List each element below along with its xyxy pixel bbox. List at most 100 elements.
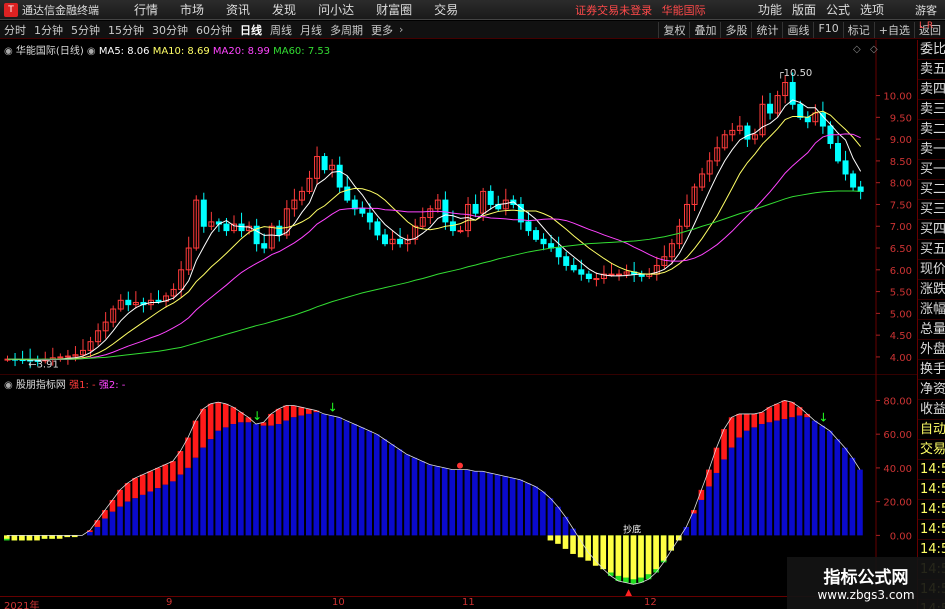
- blue-bar: [238, 422, 244, 536]
- menu-formula[interactable]: 公式: [821, 1, 855, 18]
- tab-intraday[interactable]: 分时: [0, 22, 30, 38]
- guest-user[interactable]: 游客: [915, 2, 937, 18]
- indicator-chart[interactable]: 0.00 20.00 40.00 60.00 80.00 ↓ ↓ ↓ 抄底 ▲: [0, 374, 917, 596]
- quote-field[interactable]: 换手: [918, 360, 945, 380]
- y-tick-label: 10.00: [883, 92, 912, 103]
- quote-field[interactable]: 卖三: [918, 100, 945, 120]
- quote-field[interactable]: 买一: [918, 160, 945, 180]
- blue-bar: [759, 424, 765, 536]
- quote-field[interactable]: 收益: [918, 400, 945, 420]
- settings-icon[interactable]: ◉: [4, 380, 13, 391]
- tab-weekly[interactable]: 周线: [266, 22, 296, 38]
- menu-item[interactable]: 资讯: [215, 1, 261, 18]
- mark-button[interactable]: 标记: [842, 21, 874, 38]
- quote-field[interactable]: 卖一: [918, 140, 945, 160]
- quote-field[interactable]: 卖五: [918, 60, 945, 80]
- candle: [57, 356, 64, 359]
- restore-rights-button[interactable]: 复权: [658, 21, 689, 38]
- menu-layout[interactable]: 版面: [787, 1, 821, 18]
- tab-daily[interactable]: 日线: [236, 22, 266, 38]
- quote-field[interactable]: 委比: [918, 40, 945, 60]
- lr-badge[interactable]: L R: [917, 22, 945, 39]
- quote-field[interactable]: 卖四: [918, 80, 945, 100]
- blue-bar: [321, 413, 327, 536]
- tab-60min[interactable]: 60分钟: [192, 22, 236, 38]
- quote-field[interactable]: 自动: [918, 420, 945, 440]
- ma10-label: MA10: 8.69: [152, 46, 210, 57]
- settings-icon[interactable]: ◉: [4, 46, 13, 57]
- menu-item[interactable]: 行情: [123, 1, 169, 18]
- quote-field[interactable]: 14:56: [918, 520, 945, 540]
- quote-field[interactable]: 买四: [918, 220, 945, 240]
- quote-field[interactable]: 卖二: [918, 120, 945, 140]
- draw-line-button[interactable]: 画线: [782, 21, 813, 38]
- blue-bar: [373, 434, 380, 536]
- quote-field[interactable]: 现价: [918, 260, 945, 280]
- tab-15min[interactable]: 15分钟: [104, 22, 148, 38]
- quote-field[interactable]: 14:56: [918, 460, 945, 480]
- tab-1min[interactable]: 1分钟: [30, 22, 67, 38]
- menu-item[interactable]: 发现: [261, 1, 307, 18]
- tab-multi-period[interactable]: 多周期: [326, 22, 367, 38]
- blue-bar: [389, 444, 395, 536]
- candle: [261, 243, 268, 249]
- quote-field[interactable]: 14:56: [918, 480, 945, 500]
- menu-function[interactable]: 功能: [753, 1, 787, 18]
- menu-item[interactable]: 市场: [169, 1, 215, 18]
- quote-field[interactable]: 买三: [918, 200, 945, 220]
- multi-stock-button[interactable]: 多股: [720, 21, 751, 38]
- blue-bar: [419, 461, 425, 536]
- blue-bar: [343, 420, 350, 536]
- blue-bar: [313, 412, 320, 536]
- quote-field[interactable]: 外盘: [918, 340, 945, 360]
- blue-bar: [215, 430, 221, 536]
- menu-item[interactable]: 财富圈: [365, 1, 423, 18]
- quote-field[interactable]: 14:56: [918, 500, 945, 520]
- quote-field[interactable]: 总量: [918, 320, 945, 340]
- watermark: 指标公式网 www.zbgs3.com: [787, 557, 945, 609]
- menu-item[interactable]: 问小达: [307, 1, 365, 18]
- quote-field[interactable]: 买五: [918, 240, 945, 260]
- yellow-bar: [41, 535, 48, 539]
- y-tick-label: 80.00: [883, 396, 912, 407]
- quote-field[interactable]: 交易: [918, 440, 945, 460]
- tab-30min[interactable]: 30分钟: [148, 22, 192, 38]
- login-notice: 证券交易未登录 华能国际: [575, 2, 712, 18]
- quote-field[interactable]: 净资: [918, 380, 945, 400]
- blue-bar: [162, 484, 169, 536]
- ma20-label: MA20: 8.99: [212, 46, 270, 57]
- blue-bar: [230, 424, 237, 536]
- menu-options[interactable]: 选项: [855, 1, 889, 18]
- quote-field[interactable]: 涨幅: [918, 300, 945, 320]
- red-bar: [743, 413, 750, 431]
- red-bar: [283, 405, 289, 421]
- candle: [336, 164, 343, 188]
- y-tick-label: 6.00: [890, 266, 912, 277]
- quote-field[interactable]: 涨跌: [918, 280, 945, 300]
- y-tick-label: 9.50: [890, 113, 912, 124]
- blue-bar: [472, 471, 478, 536]
- tab-5min[interactable]: 5分钟: [67, 22, 104, 38]
- add-watchlist-button[interactable]: +自选: [873, 21, 914, 38]
- login-status[interactable]: 证券交易未登录: [575, 4, 652, 17]
- chevron-right-icon[interactable]: ›: [397, 23, 405, 36]
- red-bar: [139, 474, 146, 495]
- blue-bar: [691, 513, 697, 536]
- blue-bar: [306, 413, 312, 536]
- yellow-bar: [56, 535, 63, 539]
- tab-more[interactable]: 更多: [367, 22, 397, 38]
- dropdown-icon[interactable]: ◉: [87, 46, 96, 57]
- yellow-bar: [26, 535, 33, 541]
- blue-bar: [177, 474, 184, 536]
- f10-button[interactable]: F10: [813, 21, 842, 38]
- quote-field[interactable]: 买二: [918, 180, 945, 200]
- red-bar: [177, 451, 184, 475]
- price-chart[interactable]: 4.00 4.50 5.00 5.50 6.00 6.50 7.00 7.50 8.00 8.50…: [0, 40, 917, 374]
- candle: [359, 208, 366, 214]
- red-bar: [766, 407, 773, 423]
- overlay-button[interactable]: 叠加: [689, 21, 720, 38]
- candle: [578, 269, 585, 275]
- tab-monthly[interactable]: 月线: [296, 22, 326, 38]
- statistics-button[interactable]: 统计: [751, 21, 782, 38]
- menu-item[interactable]: 交易: [423, 1, 469, 18]
